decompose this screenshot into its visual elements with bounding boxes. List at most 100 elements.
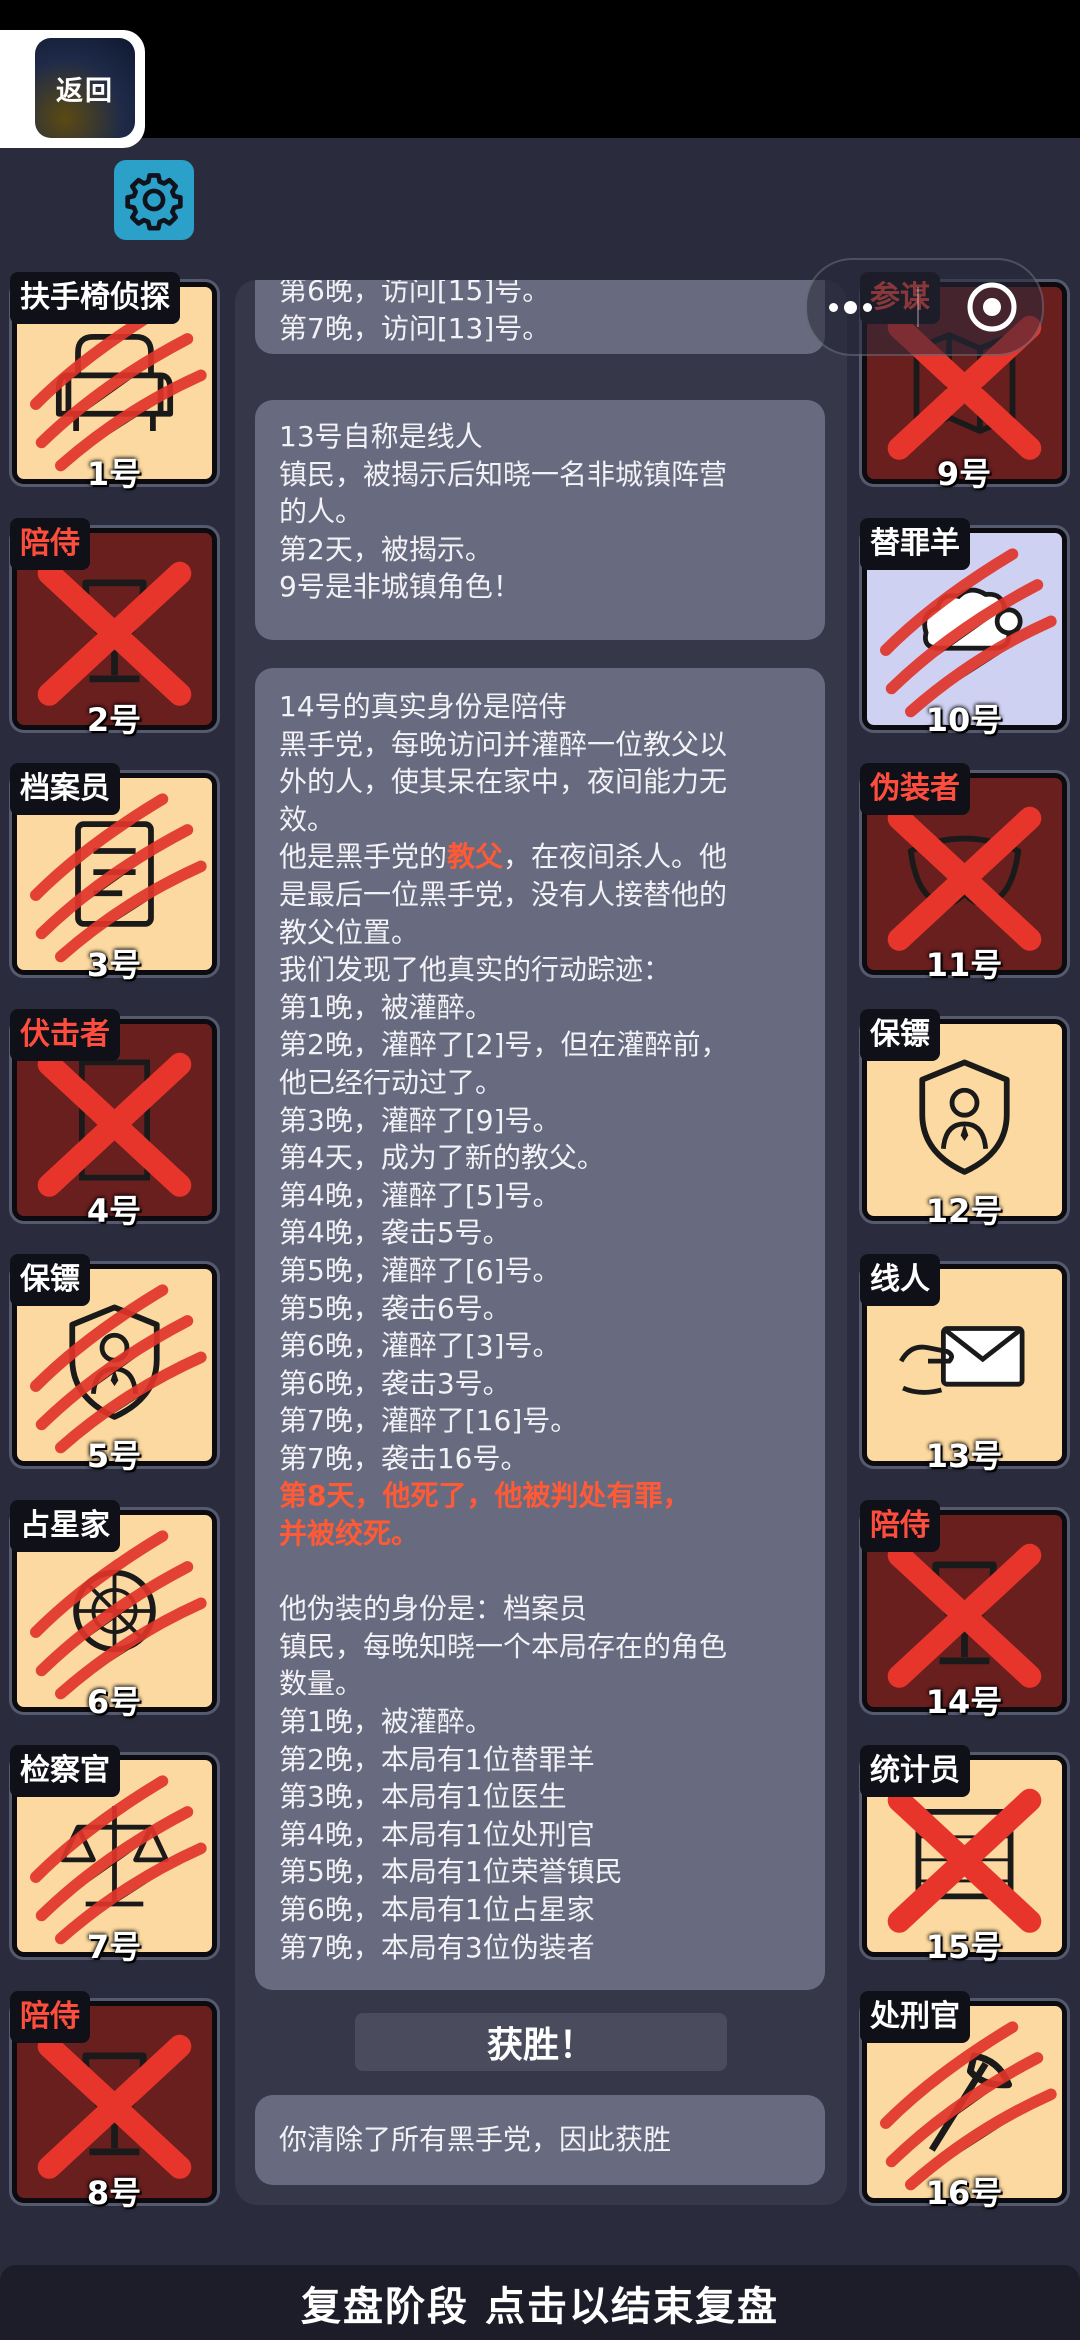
review-log-panel[interactable]: 第6晚，访问[15]号。 第7晚，访问[13]号。 13号自称是线人 镇民，被揭… [235,280,847,2205]
log-line: 我们发现了他真实的行动踪迹： [279,953,672,987]
log-line: 他已经行动过了。 [279,1065,504,1099]
player-number: 3号 [86,946,142,984]
log-line: 教父位置。 [279,915,420,949]
log-text: ，在夜间杀人。他 [503,840,728,874]
player-role-label: 保镖 [10,1254,90,1306]
log-line: 第2天，被揭示。 [279,532,493,566]
log-line: 第6晚，本局有1位占星家 [279,1893,595,1926]
player-number: 2号 [86,700,142,739]
player-role-label: 档案员 [10,763,120,815]
log-line: 第7晚，袭击16号。 [279,1441,529,1475]
death-line: 并被绞死。 [279,1517,420,1551]
player-role-label: 伏击者 [10,1008,120,1061]
player-role-label: 线人 [860,1254,940,1306]
log-line: 镇民，每晚知晓一个本局存在的角色 [279,1629,728,1663]
log-line: 第5晚，灌醉了[6]号。 [279,1253,561,1287]
log-line: 13号自称是线人 [279,420,483,453]
player-number: 6号 [86,1682,142,1721]
player-number: 10号 [925,700,1003,739]
log-line: 第7晚，灌醉了[16]号。 [279,1404,579,1438]
claw-scratch-marks [30,793,207,963]
log-line: 第1晚，被灌醉。 [279,990,493,1024]
player-role-label: 保镖 [860,1008,940,1061]
log-line: 第4晚，袭击5号。 [279,1216,511,1250]
log-line: 第1晚，被灌醉。 [279,1705,493,1739]
player-role-label: 处刑官 [860,1990,970,2043]
player-number: 7号 [86,1928,142,1966]
result-message: 你清除了所有黑手党，因此获胜 [255,2095,825,2185]
log-line: 第7晚，访问[13]号。 [279,311,551,345]
player-role-label: 陪侍 [10,517,90,570]
death-line: 第8天，他死了，他被判处有罪， [279,1479,691,1513]
gear-icon [125,173,183,231]
back-label[interactable]: 返回 [35,38,135,138]
player-number: 11号 [925,946,1003,984]
player-role-label: 陪侍 [10,1990,90,2043]
close-target-icon[interactable] [964,279,1020,335]
disguise-trace-list: 他伪装的身份是：档案员 镇民，每晚知晓一个本局存在的角色 数量。第1晚，被灌醉。 第2… [279,1590,801,1966]
end-review-button[interactable]: 复盘阶段 点击以结束复盘 [0,2265,1080,2340]
player-role-label: 替罪羊 [860,517,970,570]
claw-scratch-marks [30,1775,207,1945]
log-line: 第6晚，袭击3号。 [279,1366,511,1400]
log-line: 第5晚，袭击6号。 [279,1291,511,1325]
log-line: 第4晚，本局有1位处刑官 [279,1817,595,1851]
log-line: 14号的真实身份是陪侍 [279,690,567,723]
log-line: 第6晚，访问[15]号。 [279,280,551,307]
settings-button[interactable] [114,160,194,240]
player-number: 13号 [925,1437,1003,1475]
player-number: 9号 [936,455,992,493]
log-line: 第5晚，本局有1位荣誉镇民 [279,1855,623,1889]
player-number: 8号 [86,2173,142,2212]
log-line: 第6晚，灌醉了[3]号。 [279,1329,561,1363]
log-line: 的人。 [279,495,364,529]
log-line: 他伪装的身份是：档案员 [279,1592,588,1626]
result-text: 你清除了所有黑手党，因此获胜 [279,2123,672,2157]
log-message-escort-reveal: 14号的真实身份是陪侍 黑手党，每晚访问并灌醉一位教父以 外的人，使其呆在家中，… [255,668,825,1990]
player-role-label: 陪侍 [860,1499,940,1552]
log-line: 第3晚，本局有1位医生 [279,1780,567,1814]
log-message: 第6晚，访问[15]号。 第7晚，访问[13]号。 [255,280,825,354]
log-line: 第4晚，灌醉了[5]号。 [279,1178,561,1212]
player-number: 1号 [86,455,142,493]
player-number: 4号 [86,1191,142,1230]
player-role-label: 检察官 [10,1745,120,1797]
log-line: 第2晚，灌醉了[2]号，但在灌醉前， [279,1028,729,1062]
claw-scratch-marks [30,1529,207,1699]
log-line: 效。 [279,802,336,836]
player-number: 16号 [925,2173,1003,2212]
mini-program-capsule [805,258,1044,356]
claw-scratch-marks [880,2020,1057,2190]
log-line: 第2晚，本局有1位替罪羊 [279,1742,595,1776]
capsule-divider [916,287,919,327]
victory-banner: 获胜！ [355,2013,727,2071]
godfather-highlight: 教父 [447,840,504,874]
player-role-label: 扶手椅侦探 [10,272,180,324]
top-bar [0,0,1080,138]
player-number: 14号 [925,1682,1003,1721]
log-line: 他是黑手党的教父，在夜间杀人。他 [279,838,801,876]
log-message-informant: 13号自称是线人 镇民，被揭示后知晓一名非城镇阵营 的人。 第2天，被揭示。 9… [255,400,825,640]
eliminated-x-mark [37,1052,192,1197]
player-role-label: 占星家 [10,1499,120,1552]
more-icon[interactable] [829,300,873,314]
log-line: 数量。 [279,1667,364,1701]
log-text: 他是黑手党的 [279,840,448,874]
player-role-label: 统计员 [860,1745,970,1797]
log-line: 9号是非城镇角色！ [279,570,521,604]
player-role-label: 伪装者 [860,763,970,815]
log-line: 第3晚，灌醉了[9]号。 [279,1103,561,1137]
action-trace-list: 第1晚，被灌醉。第2晚，灌醉了[2]号，但在灌醉前， 他已经行动过了。第3晚，灌醉… [279,989,801,1478]
log-line: 第7晚，本局有3位伪装者 [279,1930,595,1964]
claw-scratch-marks [30,302,207,472]
log-line: 是最后一位黑手党，没有人接替他的 [279,877,728,911]
log-line: 镇民，被揭示后知晓一名非城镇阵营 [279,457,728,491]
claw-scratch-marks [880,547,1057,717]
player-number: 12号 [925,1191,1003,1230]
log-line: 黑手党，每晚访问并灌醉一位教父以 [279,727,728,761]
claw-scratch-marks [30,1284,207,1454]
back-button[interactable]: 返回 [0,30,145,148]
log-line: 第4天，成为了新的教父。 [279,1141,605,1175]
player-number: 5号 [86,1437,142,1475]
